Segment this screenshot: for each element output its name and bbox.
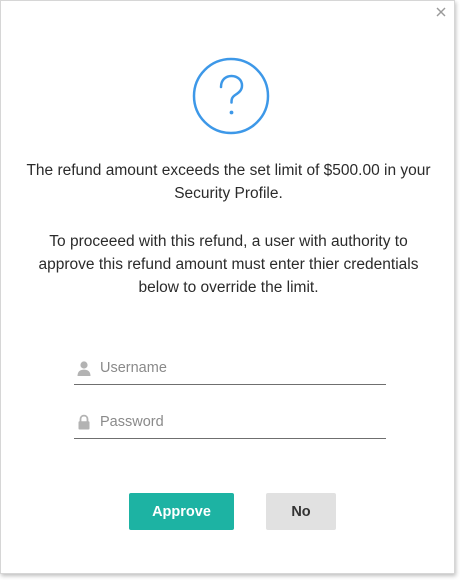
no-button[interactable]: No bbox=[266, 493, 336, 530]
password-field bbox=[74, 409, 386, 439]
limit-exceeded-message: The refund amount exceeds the set limit … bbox=[26, 162, 431, 202]
approve-button[interactable]: Approve bbox=[129, 493, 234, 530]
lock-icon bbox=[76, 414, 92, 430]
user-icon bbox=[76, 360, 92, 376]
password-input[interactable] bbox=[100, 409, 380, 435]
close-icon[interactable] bbox=[434, 5, 448, 19]
question-circle-icon bbox=[192, 57, 270, 135]
refund-override-dialog: The refund amount exceeds the set limit … bbox=[0, 0, 455, 574]
override-instructions-message: To proceeed with this refund, a user wit… bbox=[38, 233, 419, 296]
username-input[interactable] bbox=[100, 355, 380, 381]
username-field bbox=[74, 355, 386, 385]
